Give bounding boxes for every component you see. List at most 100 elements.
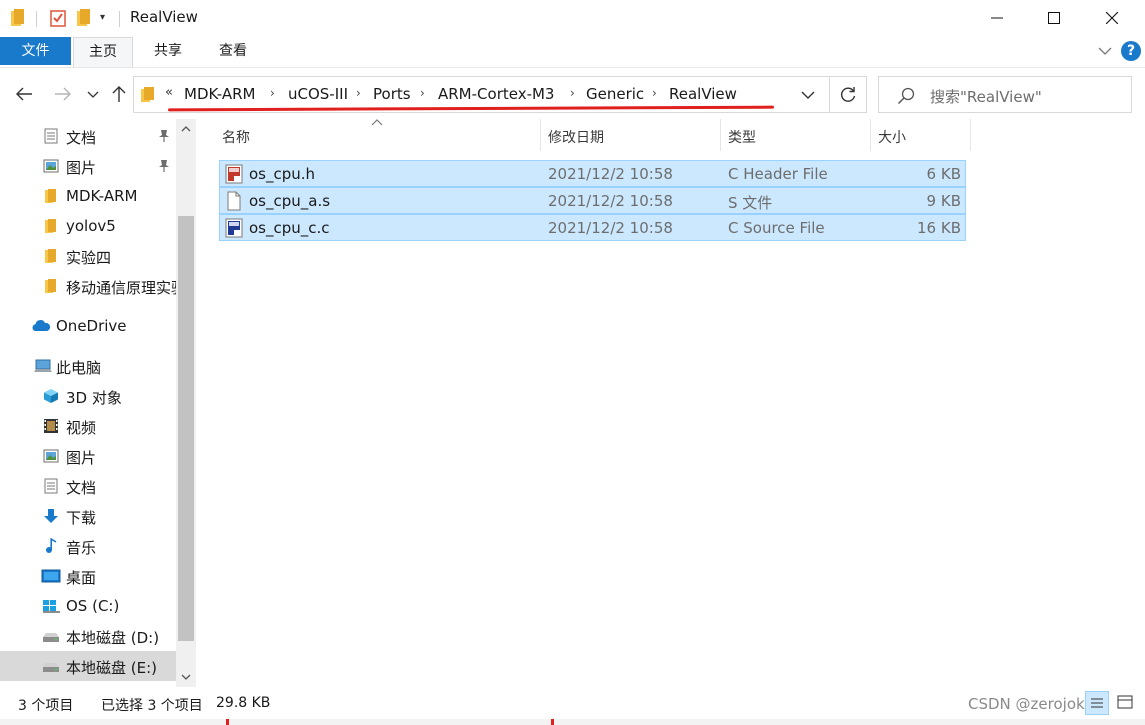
column-divider[interactable] [540, 119, 541, 151]
sidebar-item-music[interactable]: 音乐 [0, 531, 176, 561]
sidebar-item-drive-c[interactable]: OS (C:) [0, 591, 176, 621]
forward-button[interactable] [52, 83, 74, 105]
sidebar-item-label: 本地磁盘 (D:) [66, 629, 160, 647]
sidebar-item-documents-quick[interactable]: 文档 [0, 121, 176, 151]
computer-icon [34, 359, 52, 372]
column-header-type[interactable]: 类型 [728, 127, 756, 151]
sidebar-item-downloads[interactable]: 下载 [0, 501, 176, 531]
sidebar-item-yolov5[interactable]: yolov5 [0, 211, 176, 241]
sidebar-item-videos[interactable]: 视频 [0, 411, 176, 441]
sort-ascending-icon [371, 119, 383, 126]
maximize-button[interactable] [1031, 0, 1077, 36]
sidebar-item-desktop[interactable]: 桌面 [0, 561, 176, 591]
breadcrumb-separator[interactable]: › [420, 86, 425, 100]
breadcrumb-separator[interactable]: › [356, 86, 361, 100]
picture-icon [43, 159, 59, 173]
details-view-button[interactable] [1085, 691, 1109, 715]
column-header-name[interactable]: 名称 [222, 127, 250, 151]
file-name: os_cpu_a.s [249, 192, 331, 210]
column-header-size[interactable]: 大小 [878, 127, 906, 151]
minimize-button[interactable] [974, 0, 1020, 36]
ribbon-tabs: 文件 主页 共享 查看 ? [0, 37, 1145, 67]
column-divider[interactable] [970, 119, 971, 151]
column-header-date[interactable]: 修改日期 [548, 127, 604, 151]
breadcrumb-arm-cortex-m3[interactable]: ARM-Cortex-M3 [438, 85, 554, 103]
table-row[interactable]: os_cpu_a.s 2021/12/2 10:58 S 文件 9 KB [219, 187, 966, 214]
recent-locations-button[interactable] [85, 83, 101, 105]
sidebar-item-label: 文档 [66, 479, 97, 497]
properties-icon[interactable] [50, 9, 66, 27]
breadcrumb-separator[interactable]: › [270, 86, 275, 100]
tab-share[interactable]: 共享 [138, 37, 198, 65]
search-input[interactable]: 搜索"RealView" [878, 76, 1132, 113]
close-button[interactable] [1089, 0, 1135, 36]
sidebar-item-3d-objects[interactable]: 3D 对象 [0, 381, 176, 411]
sidebar-item-mdk-arm[interactable]: MDK-ARM [0, 181, 176, 211]
pin-icon[interactable] [158, 159, 170, 173]
scroll-up-icon[interactable] [176, 121, 196, 137]
search-icon [897, 87, 915, 105]
sidebar-item-label: 图片 [66, 159, 97, 177]
sidebar-item-label: OneDrive [56, 317, 127, 335]
c-header-file-icon [225, 164, 243, 184]
sidebar-item-mobile-comm-lab[interactable]: 移动通信原理实验 [0, 271, 176, 301]
large-icons-view-button[interactable] [1114, 691, 1138, 715]
breadcrumb-ports[interactable]: Ports [373, 85, 411, 103]
tab-view[interactable]: 查看 [203, 37, 263, 65]
help-icon[interactable]: ? [1121, 41, 1141, 61]
file-date: 2021/12/2 10:58 [548, 192, 673, 210]
folder-icon[interactable] [11, 9, 25, 27]
picture-icon [43, 449, 59, 463]
pin-icon[interactable] [158, 129, 170, 143]
table-row[interactable]: os_cpu.h 2021/12/2 10:58 C Header File 6… [219, 160, 966, 187]
selection-size: 29.8 KB [216, 695, 271, 711]
folder-icon [45, 279, 56, 293]
arrow-right-icon [55, 87, 71, 101]
breadcrumb-mdk-arm[interactable]: MDK-ARM [184, 85, 255, 103]
sidebar-item-onedrive[interactable]: OneDrive [0, 311, 176, 341]
column-divider[interactable] [720, 119, 721, 151]
new-folder-icon[interactable] [77, 9, 91, 27]
sidebar-scrollbar[interactable] [176, 119, 196, 687]
tab-file[interactable]: 文件 [0, 37, 71, 65]
window-title: RealView [130, 8, 198, 26]
folder-icon [45, 189, 56, 203]
large-icons-view-icon [1117, 695, 1133, 709]
chevron-down-icon[interactable] [800, 89, 816, 101]
refresh-button[interactable] [830, 76, 867, 113]
window-bottom-edge [0, 719, 1145, 725]
breadcrumb-ucos-iii[interactable]: uCOS-III [288, 85, 348, 103]
sidebar-item-drive-d[interactable]: 本地磁盘 (D:) [0, 621, 176, 651]
scroll-down-icon[interactable] [176, 669, 196, 685]
table-row[interactable]: os_cpu_c.c 2021/12/2 10:58 C Source File… [219, 214, 966, 241]
scrollbar-thumb[interactable] [178, 216, 194, 641]
file-size: 6 KB [926, 165, 961, 183]
column-divider[interactable] [870, 119, 871, 151]
sidebar-item-label: 音乐 [66, 539, 97, 557]
breadcrumb-realview[interactable]: RealView [669, 85, 737, 103]
sidebar-item-label: MDK-ARM [66, 187, 138, 205]
sidebar-item-documents[interactable]: 文档 [0, 471, 176, 501]
qat-customize-dropdown[interactable]: ▾ [100, 9, 110, 27]
sidebar-item-this-pc[interactable]: 此电脑 [0, 351, 176, 381]
address-bar[interactable]: « MDK-ARM › uCOS-III › Ports › ARM-Corte… [133, 76, 830, 113]
navigation-bar: « MDK-ARM › uCOS-III › Ports › ARM-Corte… [0, 67, 1145, 119]
breadcrumb-separator[interactable]: › [652, 86, 657, 100]
folder-icon [45, 249, 56, 263]
address-overflow[interactable]: « [165, 85, 173, 100]
sidebar-item-experiment-four[interactable]: 实验四 [0, 241, 176, 271]
drive-icon [43, 663, 59, 672]
breadcrumb-separator[interactable]: › [570, 86, 575, 100]
up-button[interactable] [108, 83, 130, 105]
tab-home[interactable]: 主页 [73, 37, 133, 67]
maximize-icon [1048, 12, 1060, 24]
breadcrumb-generic[interactable]: Generic [586, 85, 644, 103]
expand-ribbon-chevron-icon[interactable] [1097, 44, 1113, 58]
c-source-file-icon [225, 218, 243, 238]
sidebar-item-pictures-quick[interactable]: 图片 [0, 151, 176, 181]
sidebar-item-pictures[interactable]: 图片 [0, 441, 176, 471]
navigation-pane: 文档 图片 MDK-ARM yolov5 实验四 移动通信原理实验 OneDri… [0, 119, 196, 687]
back-button[interactable] [13, 83, 35, 105]
red-annotation-underline [167, 105, 775, 112]
sidebar-item-drive-e[interactable]: 本地磁盘 (E:) [0, 651, 176, 681]
